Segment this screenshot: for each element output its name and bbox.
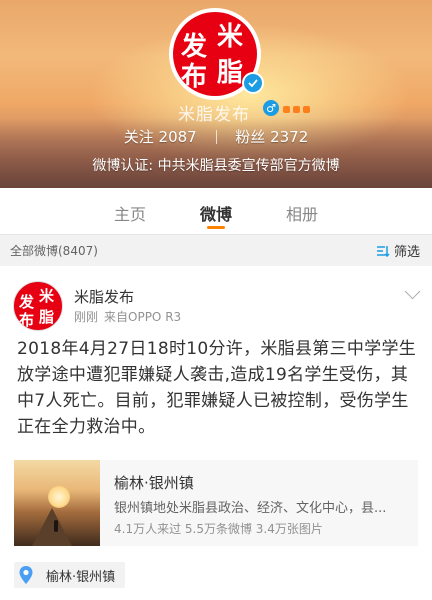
poster-avatar[interactable]: 发 米 布 脂 bbox=[13, 281, 63, 331]
followers-label: 粉丝 bbox=[235, 128, 266, 146]
avatar-char: 脂 bbox=[217, 58, 244, 88]
avatar-char: 米 bbox=[217, 22, 244, 52]
stats-divider bbox=[215, 130, 217, 144]
filter-icon bbox=[376, 245, 390, 257]
active-tab-indicator bbox=[207, 226, 225, 229]
weibo-count: 全部微博(8407) bbox=[10, 244, 98, 258]
post-meta: 刚刚 来自OPPO R3 bbox=[74, 308, 181, 325]
tab-album[interactable]: 相册 bbox=[286, 201, 318, 225]
location-tag[interactable]: 榆林·银州镇 bbox=[14, 562, 126, 588]
following-label: 关注 bbox=[123, 128, 154, 146]
avatar-char: 布 bbox=[19, 311, 35, 329]
profile-name: 米脂发布 bbox=[178, 105, 250, 125]
following-stat[interactable]: 关注 2087 bbox=[124, 128, 202, 146]
location-title: 榆林·银州镇 bbox=[114, 474, 194, 492]
filter-label: 筛选 bbox=[393, 245, 420, 260]
filter-bar: 全部微博(8407) 筛选 bbox=[0, 235, 432, 265]
profile-stats: 关注 2087 粉丝 2372 bbox=[0, 126, 432, 147]
profile-header: 发 米 布 脂 米脂发布 ♂ 关注 2087 粉丝 2372 微博认证: 中共米… bbox=[0, 0, 432, 188]
post-source: 来自OPPO R3 bbox=[104, 310, 182, 324]
avatar-char: 脂 bbox=[39, 308, 55, 326]
location-stats: 4.1万人来过 5.5万条微博 3.4万张图片 bbox=[114, 522, 323, 536]
followers-stat[interactable]: 粉丝 2372 bbox=[235, 128, 308, 146]
weibo-post-card: 发 米 布 脂 米脂发布 刚刚 来自OPPO R3 2018年4月27日18时10… bbox=[0, 266, 432, 600]
location-tag-label: 榆林·银州镇 bbox=[46, 569, 116, 585]
post-text: 2018年4月27日18时10分许，米脂县第三中学学生放学途中遭犯罪嫌疑人袭击,… bbox=[17, 339, 417, 437]
filter-button[interactable]: 筛选 bbox=[376, 241, 420, 260]
location-description: 银州镇地处米脂县政治、经济、文化中心，县... bbox=[114, 501, 387, 516]
following-count: 2087 bbox=[158, 128, 197, 146]
chevron-down-icon[interactable] bbox=[404, 283, 421, 300]
male-gender-icon: ♂ bbox=[263, 100, 279, 116]
location-card[interactable]: 榆林·银州镇 银州镇地处米脂县政治、经济、文化中心，县... 4.1万人来过 5… bbox=[14, 460, 418, 546]
avatar-char: 布 bbox=[181, 62, 208, 92]
profile-tabs: 主页 微博 相册 bbox=[0, 188, 432, 235]
location-thumbnail bbox=[14, 460, 100, 546]
location-pin-icon bbox=[19, 566, 33, 584]
avatar-char: 米 bbox=[39, 287, 55, 305]
post-time: 刚刚 bbox=[74, 310, 99, 324]
verified-badge-icon bbox=[242, 72, 264, 94]
verification-text: 微博认证: 中共米脂县委宣传部官方微博 bbox=[92, 158, 340, 174]
tab-weibo[interactable]: 微博 bbox=[200, 201, 232, 225]
poster-name[interactable]: 米脂发布 bbox=[74, 286, 134, 307]
tab-home[interactable]: 主页 bbox=[114, 201, 146, 225]
followers-count: 2372 bbox=[270, 128, 309, 146]
member-level-icon bbox=[283, 104, 319, 114]
